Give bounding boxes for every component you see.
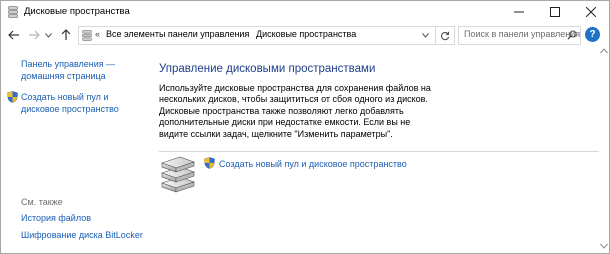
search-icon[interactable] [567, 30, 577, 40]
chevron-down-icon [44, 32, 52, 38]
address-bar[interactable]: « Все элементы панели управления › Диско… [78, 26, 455, 45]
storage-spaces-large-icon [161, 156, 195, 193]
scroll-down-icon[interactable] [600, 243, 608, 249]
vertical-scrollbar[interactable] [599, 47, 609, 253]
search-box[interactable]: Поиск в панели управления [458, 26, 581, 45]
breadcrumb-overflow[interactable]: « [95, 29, 100, 39]
scroll-up-icon[interactable] [600, 48, 608, 54]
breadcrumb-separator[interactable]: › [244, 29, 247, 39]
file-history-link[interactable]: История файлов [21, 213, 91, 223]
storage-spaces-icon [82, 30, 92, 41]
page-description: Используйте дисковые пространства для со… [159, 83, 431, 139]
page-title: Управление дисковыми пространствами [159, 63, 376, 75]
up-arrow-icon [61, 29, 71, 40]
help-button[interactable]: ? [585, 27, 600, 42]
chevron-down-icon [421, 33, 429, 38]
section-divider [159, 151, 601, 152]
uac-shield-icon [7, 91, 18, 103]
forward-arrow-icon [29, 30, 40, 40]
minimize-button[interactable] [504, 1, 534, 23]
refresh-icon [440, 31, 449, 40]
forward-button[interactable] [26, 27, 42, 43]
see-also-heading: См. также [21, 197, 63, 207]
up-button[interactable] [58, 27, 74, 43]
back-arrow-icon [8, 30, 19, 40]
uac-shield-icon [204, 157, 215, 169]
refresh-button[interactable] [435, 27, 453, 44]
back-button[interactable] [6, 27, 22, 43]
maximize-icon [550, 7, 560, 17]
close-button[interactable] [576, 1, 606, 23]
breadcrumb-storage-spaces[interactable]: Дисковые пространства [256, 29, 356, 39]
title-bar[interactable]: Дисковые пространства [1, 1, 609, 23]
close-icon [586, 7, 596, 17]
help-icon: ? [589, 29, 596, 40]
create-pool-link-sidebar[interactable]: Создать новый пул и дисковое пространств… [21, 91, 131, 115]
control-panel-window: Дисковые пространства « Все элементы пан… [0, 0, 610, 254]
navigation-bar: « Все элементы панели управления › Диско… [1, 24, 609, 46]
create-pool-link[interactable]: Создать новый пул и дисковое пространств… [219, 159, 407, 169]
control-panel-home-link[interactable]: Панель управления — домашняя страница [21, 58, 131, 82]
address-history-button[interactable] [418, 27, 432, 44]
maximize-button[interactable] [540, 1, 570, 23]
storage-spaces-app-icon [8, 6, 18, 18]
window-title: Дисковые пространства [24, 6, 130, 17]
bitlocker-link[interactable]: Шифрование диска BitLocker [21, 230, 143, 240]
minimize-icon [514, 11, 524, 13]
recent-locations-button[interactable] [43, 27, 53, 43]
breadcrumb-all-control-panel-items[interactable]: Все элементы панели управления [106, 29, 249, 39]
search-placeholder: Поиск в панели управления [464, 29, 581, 39]
